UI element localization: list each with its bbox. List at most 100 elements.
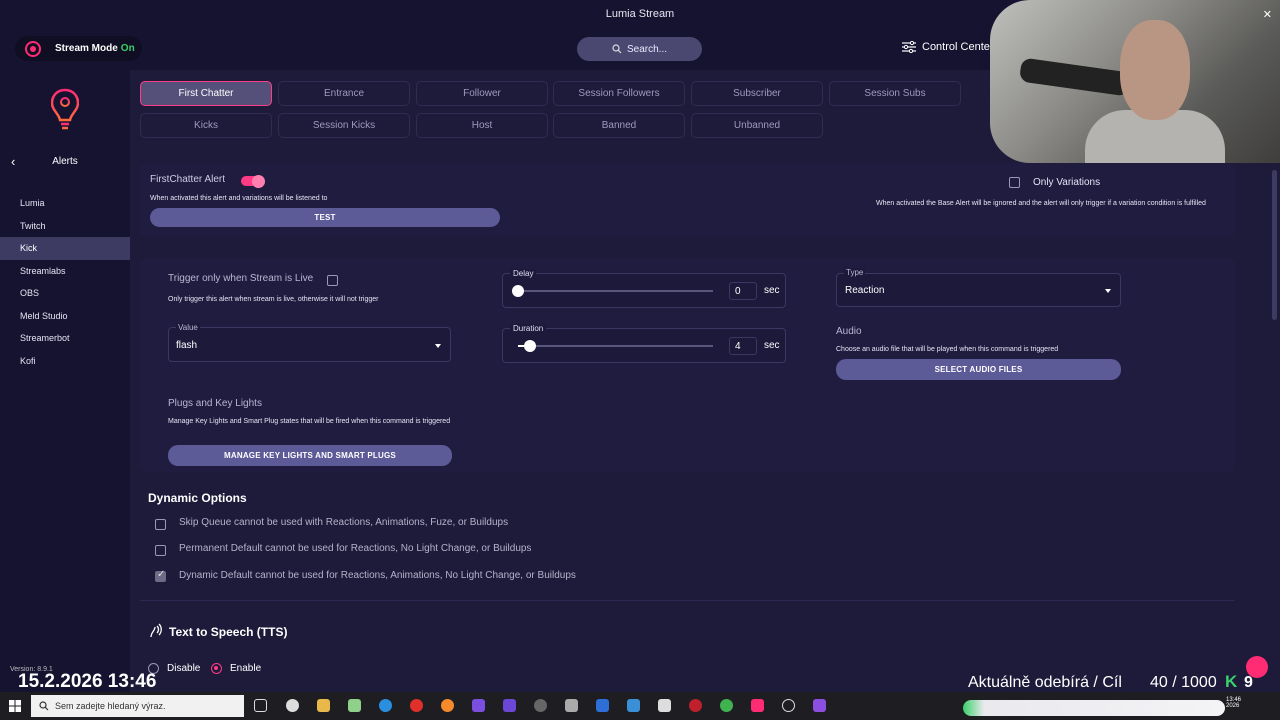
skip-queue-checkbox[interactable]: [155, 519, 166, 530]
only-variations-desc: When activated the Base Alert will be ig…: [876, 200, 1206, 207]
duration-label: Duration: [510, 324, 547, 333]
alert-desc: When activated this alert and variations…: [150, 195, 328, 202]
tts-enable-radio[interactable]: [211, 663, 222, 674]
overlay-datetime: 15.2.2026 13:46: [18, 671, 157, 692]
tab-follower[interactable]: Follower: [416, 81, 548, 106]
lumia-logo-icon: [51, 88, 79, 130]
control-center-label: Control Center: [922, 41, 994, 53]
kick-logo-icon: K: [1225, 672, 1238, 691]
taskbar-clock: 13:46 2026: [1226, 697, 1242, 709]
edge-icon[interactable]: [379, 699, 392, 712]
value-select[interactable]: [168, 327, 451, 362]
delay-slider-thumb[interactable]: [512, 285, 524, 297]
tts-disable-label: Disable: [167, 663, 201, 674]
speech-icon: [150, 623, 162, 638]
delay-unit: sec: [764, 285, 780, 296]
sidebar: ‹ Alerts Lumia Twitch Kick Streamlabs OB…: [0, 70, 130, 692]
tab-banned[interactable]: Banned: [553, 113, 685, 138]
microphone-image: [1018, 57, 1132, 97]
tab-kicks[interactable]: Kicks: [140, 113, 272, 138]
sidebar-title: Alerts: [52, 156, 78, 167]
app-icon-5[interactable]: [596, 699, 609, 712]
store-icon[interactable]: [348, 699, 361, 712]
tab-subscriber[interactable]: Subscriber: [691, 81, 823, 106]
close-icon[interactable]: ✕: [1263, 8, 1272, 21]
scrollbar[interactable]: [1272, 170, 1277, 320]
duration-unit: sec: [764, 340, 780, 351]
obs-icon[interactable]: [286, 699, 299, 712]
app-icon-3[interactable]: [534, 699, 547, 712]
overlay-subs-count: 40 / 1000: [1150, 674, 1217, 691]
tab-session-subs[interactable]: Session Subs: [829, 81, 961, 106]
delay-slider-track[interactable]: [518, 290, 713, 292]
select-audio-files-button[interactable]: SELECT AUDIO FILES: [836, 359, 1121, 380]
duration-slider-track[interactable]: [518, 345, 713, 347]
only-variations-label: Only Variations: [1033, 177, 1101, 188]
type-dropdown-icon: [1105, 289, 1111, 293]
firefox-icon[interactable]: [441, 699, 454, 712]
value-label: Value: [176, 323, 200, 332]
windows-start-icon[interactable]: [9, 700, 21, 712]
dynamic-options-title: Dynamic Options: [148, 491, 247, 505]
app-icon-7[interactable]: [658, 699, 671, 712]
tab-entrance[interactable]: Entrance: [278, 81, 410, 106]
value-dropdown-icon: [435, 344, 441, 348]
dynamic-default-label: Dynamic Default cannot be used for React…: [179, 570, 576, 581]
app-icon-2[interactable]: [503, 699, 516, 712]
stream-mode-label: Stream Mode: [55, 43, 118, 54]
stream-mode-toggle[interactable]: Stream Mode On: [15, 36, 142, 61]
dynamic-default-checkbox[interactable]: [155, 569, 166, 582]
sidebar-item-streamerbot[interactable]: Streamerbot: [0, 327, 130, 350]
file-explorer-icon[interactable]: [317, 699, 330, 712]
sidebar-item-kick[interactable]: Kick: [0, 237, 130, 260]
taskbar-search-input[interactable]: Sem zadejte hledaný výraz.: [31, 695, 244, 717]
app-icon-10[interactable]: [782, 699, 795, 712]
app-icon-4[interactable]: [565, 699, 578, 712]
tab-session-followers[interactable]: Session Followers: [553, 81, 685, 106]
task-view-icon[interactable]: [254, 699, 267, 712]
audio-label: Audio: [836, 326, 862, 337]
delay-label: Delay: [510, 269, 537, 278]
type-current: Reaction: [845, 285, 885, 296]
sidebar-item-lumia[interactable]: Lumia: [0, 192, 130, 215]
sidebar-item-meld-studio[interactable]: Meld Studio: [0, 305, 130, 328]
lumia-taskbar-icon[interactable]: [751, 699, 764, 712]
app-icon-11[interactable]: [813, 699, 826, 712]
plugs-desc: Manage Key Lights and Smart Plug states …: [168, 418, 451, 425]
only-variations-checkbox[interactable]: [1009, 177, 1020, 188]
chat-fab-icon[interactable]: [1246, 656, 1268, 678]
app-icon-6[interactable]: [627, 699, 640, 712]
permanent-default-checkbox[interactable]: [155, 545, 166, 556]
delay-input[interactable]: 0: [729, 282, 757, 300]
tab-host[interactable]: Host: [416, 113, 548, 138]
plugs-label: Plugs and Key Lights: [168, 398, 262, 409]
tab-first-chatter[interactable]: First Chatter: [140, 81, 272, 106]
control-center-button[interactable]: Control Center: [902, 41, 994, 53]
duration-slider-thumb[interactable]: [523, 340, 536, 352]
app-icon-1[interactable]: [472, 699, 485, 712]
tab-session-kicks[interactable]: Session Kicks: [278, 113, 410, 138]
sidebar-item-twitch[interactable]: Twitch: [0, 215, 130, 238]
search-label: Search...: [626, 43, 668, 55]
tts-enable-label: Enable: [230, 663, 262, 674]
search-button[interactable]: Search...: [577, 37, 702, 61]
manage-key-lights-button[interactable]: MANAGE KEY LIGHTS AND SMART PLUGS: [168, 445, 452, 466]
sidebar-item-kofi[interactable]: Kofi: [0, 350, 130, 373]
sidebar-item-streamlabs[interactable]: Streamlabs: [0, 260, 130, 283]
alert-enabled-toggle[interactable]: [241, 174, 265, 188]
trigger-live-label: Trigger only when Stream is Live: [168, 273, 314, 284]
tab-unbanned[interactable]: Unbanned: [691, 113, 823, 138]
section-divider: [140, 600, 1235, 601]
trigger-live-checkbox[interactable]: [327, 275, 338, 286]
stream-mode-state: On: [120, 43, 135, 54]
permanent-default-label: Permanent Default cannot be used for Rea…: [179, 543, 532, 554]
app-icon-9[interactable]: [720, 699, 733, 712]
app-icon-8[interactable]: [689, 699, 702, 712]
alert-name: FirstChatter Alert: [150, 174, 226, 185]
opera-icon[interactable]: [410, 699, 423, 712]
test-button[interactable]: TEST: [150, 208, 500, 227]
duration-input[interactable]: 4: [729, 337, 757, 355]
sidebar-item-obs[interactable]: OBS: [0, 282, 130, 305]
trigger-live-desc: Only trigger this alert when stream is l…: [168, 296, 379, 303]
type-label: Type: [844, 268, 866, 277]
